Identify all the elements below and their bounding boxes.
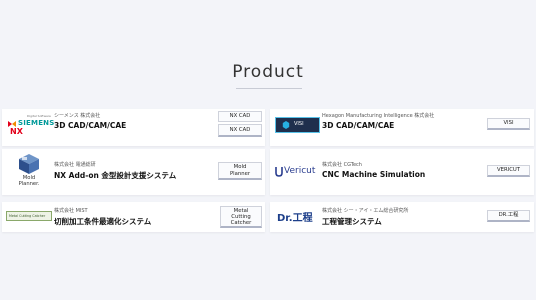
product-card-vericut[interactable]: Vericut 株式会社 CGTech CNC Machine Simulati…	[270, 149, 534, 195]
company-name: シーメンス 株式会社	[54, 113, 101, 119]
product-card-nx[interactable]: Digital Software SIEMENS NX シーメンス 株式会社 3…	[2, 109, 265, 146]
product-name: 3D CAD/CAM/CAE	[322, 121, 395, 130]
tag-visi[interactable]: VISI	[487, 118, 530, 130]
logo-caption: Digital Software	[27, 114, 51, 118]
company-name: 株式会社 電通総研	[54, 162, 96, 168]
mold-cube-icon	[19, 154, 39, 174]
product-card-dr-kotei[interactable]: Dr.工程 株式会社 シー・アイ・エム総合研究所 工程管理システム DR.工程	[270, 202, 534, 232]
tag-mold-planner[interactable]: Mold Planner	[218, 162, 262, 180]
product-card-visi[interactable]: VISI Hexagon Manufacturing Intelligence …	[270, 109, 534, 146]
company-name: 株式会社 シー・アイ・エム総合研究所	[322, 208, 409, 214]
product-card-metal-cutting-catcher[interactable]: Metal Cutting Catcher 株式会社 MIST 切削加工条件最適…	[2, 202, 265, 232]
dr-kotei-wordmark: Dr.工程	[277, 213, 313, 224]
title-underline	[236, 88, 302, 89]
vericut-mark-icon	[275, 167, 283, 177]
mold-planner-wordmark: Mold Planner.	[18, 175, 40, 187]
dr-kotei-logo: Dr.工程	[277, 209, 319, 224]
visi-logo: VISI	[275, 117, 320, 133]
product-name: 3D CAD/CAM/CAE	[54, 121, 127, 130]
metal-cutting-catcher-logo: Metal Cutting Catcher	[6, 211, 52, 221]
mold-planner-logo: Mold Planner.	[12, 153, 46, 191]
visi-wordmark: VISI	[294, 121, 304, 127]
section-title: Product	[232, 62, 304, 82]
metal-cutting-catcher-wordmark: Metal Cutting Catcher	[9, 213, 46, 218]
product-card-mold-planner[interactable]: Mold Planner. 株式会社 電通総研 NX Add-on 金型設計支援…	[2, 149, 265, 195]
tag-nx-cad[interactable]: NX CAD	[218, 111, 262, 122]
company-name: 株式会社 CGTech	[322, 162, 362, 168]
product-name: 工程管理システム	[322, 217, 382, 226]
tag-metal-cutting-catcher[interactable]: Metal Cutting Catcher	[220, 206, 262, 228]
product-name: 切削加工条件最適化システム	[54, 217, 152, 226]
siemens-wordmark: SIEMENS	[18, 119, 55, 127]
tag-dr-kotei[interactable]: DR.工程	[487, 210, 530, 222]
vericut-wordmark: Vericut	[284, 166, 316, 176]
siemens-nx-logo: Digital Software SIEMENS NX	[7, 114, 55, 140]
nx-wordmark: NX	[10, 127, 23, 136]
product-name: NX Add-on 金型設計支援システム	[54, 171, 177, 180]
product-name: CNC Machine Simulation	[322, 170, 426, 179]
vericut-logo: Vericut	[275, 166, 321, 178]
hexagon-icon	[282, 121, 290, 129]
tag-nx-cad-2[interactable]: NX CAD	[218, 124, 262, 137]
company-name: Hexagon Manufacturing Intelligence 株式会社	[322, 113, 435, 119]
tag-vericut[interactable]: VERICUT	[487, 165, 530, 177]
company-name: 株式会社 MIST	[54, 208, 88, 214]
